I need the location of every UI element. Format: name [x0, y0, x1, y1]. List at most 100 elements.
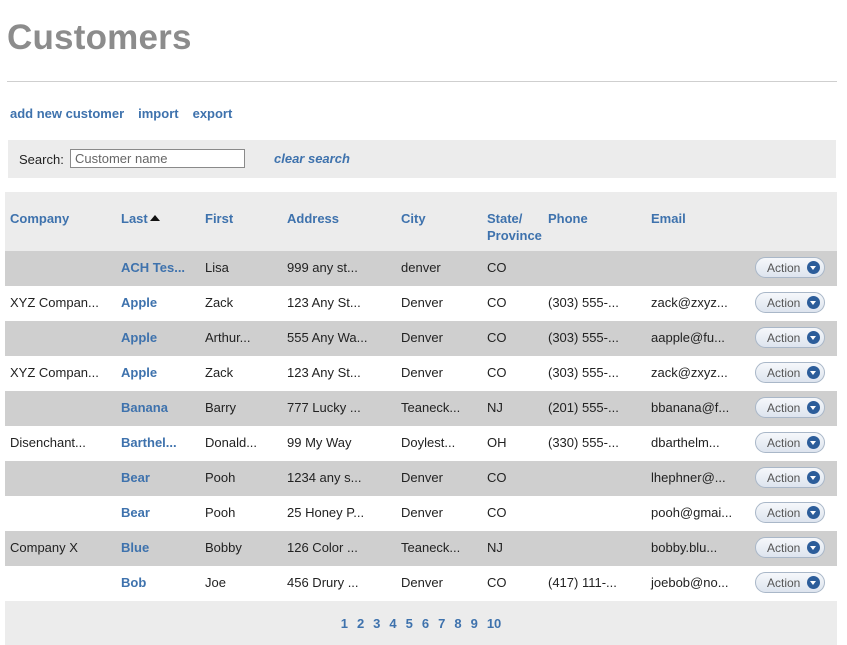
- cell-first: Zack: [205, 295, 234, 310]
- cell-phone: (303) 555-...: [548, 295, 619, 310]
- cell-city: denver: [401, 260, 441, 275]
- cell-first: Barry: [205, 400, 237, 415]
- customers-table: Company Last First Address City State/ P…: [5, 192, 837, 645]
- cell-last[interactable]: Blue: [121, 540, 149, 555]
- toolbar-links: add new customer import export: [10, 106, 232, 121]
- action-button-label: Action: [767, 331, 801, 345]
- cell-state: NJ: [487, 400, 503, 415]
- cell-city: Denver: [401, 575, 443, 590]
- column-header-address[interactable]: Address: [287, 210, 339, 227]
- cell-first: Bobby: [205, 540, 242, 555]
- chevron-down-icon: [807, 576, 820, 589]
- page-title: Customers: [7, 18, 192, 57]
- page-link-8[interactable]: 8: [454, 616, 461, 631]
- cell-last[interactable]: Apple: [121, 365, 157, 380]
- action-button[interactable]: Action: [755, 537, 825, 558]
- chevron-down-icon: [807, 296, 820, 309]
- page-link-5[interactable]: 5: [406, 616, 413, 631]
- table-body: ACH Tes... Lisa 999 any st... denver CO Actio…: [5, 251, 837, 601]
- column-header-email[interactable]: Email: [651, 210, 686, 227]
- page-link-1[interactable]: 1: [341, 616, 348, 631]
- cell-email: dbarthelm...: [651, 435, 720, 450]
- action-button[interactable]: Action: [755, 292, 825, 313]
- table-row: ACH Tes... Lisa 999 any st... denver CO Actio…: [5, 251, 837, 286]
- page-link-6[interactable]: 6: [422, 616, 429, 631]
- action-button[interactable]: Action: [755, 502, 825, 523]
- chevron-down-icon: [807, 471, 820, 484]
- column-header-phone[interactable]: Phone: [548, 210, 588, 227]
- cell-first: Arthur...: [205, 330, 251, 345]
- table-header: Company Last First Address City State/ P…: [5, 192, 837, 251]
- cell-state: OH: [487, 435, 507, 450]
- cell-state: CO: [487, 365, 507, 380]
- cell-last[interactable]: Barthel...: [121, 435, 177, 450]
- page-link-4[interactable]: 4: [389, 616, 396, 631]
- column-header-last-label: Last: [121, 211, 148, 226]
- action-button[interactable]: Action: [755, 467, 825, 488]
- action-button-label: Action: [767, 541, 801, 555]
- cell-state: CO: [487, 505, 507, 520]
- import-link[interactable]: import: [138, 106, 178, 121]
- action-button[interactable]: Action: [755, 397, 825, 418]
- chevron-down-icon: [807, 401, 820, 414]
- cell-company: XYZ Compan...: [10, 365, 99, 380]
- cell-city: Teaneck...: [401, 540, 461, 555]
- cell-state: CO: [487, 295, 507, 310]
- title-divider: [7, 81, 837, 82]
- column-header-last[interactable]: Last: [121, 210, 160, 227]
- search-input[interactable]: [70, 149, 245, 168]
- cell-state: CO: [487, 470, 507, 485]
- action-button[interactable]: Action: [755, 327, 825, 348]
- cell-last[interactable]: Bear: [121, 505, 150, 520]
- cell-phone: (201) 555-...: [548, 400, 619, 415]
- page-link-2[interactable]: 2: [357, 616, 364, 631]
- search-bar: Search: clear search: [8, 140, 836, 178]
- column-header-first[interactable]: First: [205, 210, 233, 227]
- cell-address: 123 Any St...: [287, 365, 361, 380]
- cell-state: CO: [487, 575, 507, 590]
- cell-last[interactable]: ACH Tes...: [121, 260, 185, 275]
- action-button[interactable]: Action: [755, 432, 825, 453]
- cell-last[interactable]: Apple: [121, 330, 157, 345]
- cell-address: 25 Honey P...: [287, 505, 365, 520]
- cell-city: Denver: [401, 505, 443, 520]
- cell-company: XYZ Compan...: [10, 295, 99, 310]
- cell-city: Denver: [401, 295, 443, 310]
- action-button[interactable]: Action: [755, 257, 825, 278]
- clear-search-link[interactable]: clear search: [274, 151, 350, 166]
- add-new-customer-link[interactable]: add new customer: [10, 106, 124, 121]
- cell-address: 456 Drury ...: [287, 575, 359, 590]
- table-row: Company X Blue Bobby 126 Color ... Teaneck..…: [5, 531, 837, 566]
- cell-address: 555 Any Wa...: [287, 330, 368, 345]
- search-label: Search:: [19, 152, 64, 167]
- chevron-down-icon: [807, 366, 820, 379]
- cell-phone: (330) 555-...: [548, 435, 619, 450]
- page-link-10[interactable]: 10: [487, 616, 501, 631]
- action-button-label: Action: [767, 471, 801, 485]
- cell-address: 99 My Way: [287, 435, 352, 450]
- cell-city: Denver: [401, 365, 443, 380]
- action-button[interactable]: Action: [755, 572, 825, 593]
- action-button-label: Action: [767, 576, 801, 590]
- action-button[interactable]: Action: [755, 362, 825, 383]
- table-row: Disenchant... Barthel... Donald... 99 My Wa…: [5, 426, 837, 461]
- sort-ascending-icon: [149, 215, 160, 221]
- cell-last[interactable]: Apple: [121, 295, 157, 310]
- chevron-down-icon: [807, 506, 820, 519]
- page-link-9[interactable]: 9: [471, 616, 478, 631]
- cell-state: CO: [487, 330, 507, 345]
- column-header-company[interactable]: Company: [10, 210, 69, 227]
- cell-last[interactable]: Bear: [121, 470, 150, 485]
- action-button-label: Action: [767, 261, 801, 275]
- export-link[interactable]: export: [193, 106, 233, 121]
- cell-address: 777 Lucky ...: [287, 400, 361, 415]
- action-button-label: Action: [767, 296, 801, 310]
- cell-last[interactable]: Banana: [121, 400, 168, 415]
- page-link-7[interactable]: 7: [438, 616, 445, 631]
- column-header-state[interactable]: State/ Province: [487, 210, 547, 244]
- cell-state: CO: [487, 260, 507, 275]
- column-header-city[interactable]: City: [401, 210, 426, 227]
- cell-last[interactable]: Bob: [121, 575, 146, 590]
- page-link-3[interactable]: 3: [373, 616, 380, 631]
- chevron-down-icon: [807, 541, 820, 554]
